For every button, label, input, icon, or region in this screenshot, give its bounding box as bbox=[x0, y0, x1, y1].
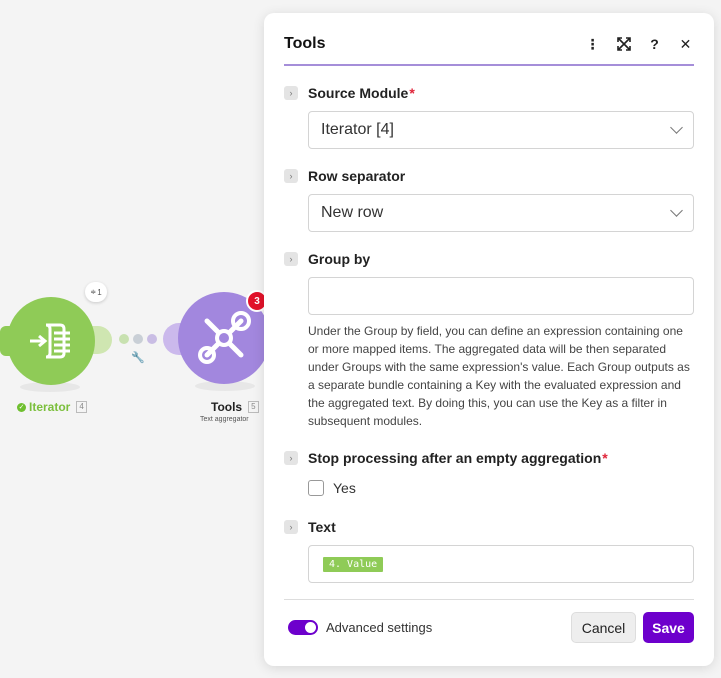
chevron-right-icon[interactable]: › bbox=[284, 86, 298, 100]
chevron-down-icon bbox=[670, 204, 683, 217]
advanced-settings-toggle[interactable] bbox=[288, 620, 318, 635]
group-by-row: › Group by bbox=[284, 251, 370, 267]
chevron-down-icon bbox=[670, 121, 683, 134]
save-button[interactable]: Save bbox=[643, 612, 694, 643]
connection-dot bbox=[133, 334, 143, 344]
expand-icon[interactable] bbox=[615, 36, 632, 53]
advanced-settings-label[interactable]: Advanced settings bbox=[326, 620, 432, 635]
success-check-icon: ✓ bbox=[17, 402, 26, 412]
source-module-label: Source Module* bbox=[308, 85, 415, 101]
group-by-help-text: Under the Group by field, you can define… bbox=[308, 324, 690, 428]
tools-subtitle: Text aggregator bbox=[200, 416, 249, 423]
group-by-label: Group by bbox=[308, 251, 371, 267]
connection-dot bbox=[119, 334, 129, 344]
cancel-button[interactable]: Cancel bbox=[571, 612, 636, 643]
mapped-value-pill[interactable]: 4. Value bbox=[323, 556, 384, 572]
text-label: Text bbox=[308, 519, 336, 535]
help-icon[interactable]: ? bbox=[646, 36, 663, 53]
row-separator-label: Row separator bbox=[308, 168, 406, 184]
header-actions: ⋮ ? ✕ bbox=[584, 36, 694, 53]
text-row: › Text bbox=[284, 519, 336, 535]
stop-processing-option[interactable]: Yes bbox=[308, 480, 356, 496]
text-input[interactable]: 4. Value bbox=[308, 545, 694, 583]
chevron-right-icon[interactable]: › bbox=[284, 520, 298, 534]
iterator-node[interactable] bbox=[0, 297, 95, 385]
source-module-row: › Source Module* bbox=[284, 85, 415, 101]
iterator-label: ✓ Iterator 4 bbox=[17, 400, 87, 414]
module-index: 4 bbox=[76, 401, 87, 413]
more-icon[interactable]: ⋮ bbox=[584, 36, 601, 53]
module-index: 5 bbox=[248, 401, 259, 413]
checkbox-label[interactable]: Yes bbox=[333, 480, 356, 496]
iterator-icon bbox=[30, 323, 70, 359]
chevron-right-icon[interactable]: › bbox=[284, 252, 298, 266]
stop-processing-checkbox[interactable] bbox=[308, 480, 324, 496]
wrench-icon[interactable]: 🔧 bbox=[131, 351, 145, 364]
tools-label: Tools 5 bbox=[211, 400, 259, 414]
group-by-input[interactable] bbox=[308, 277, 694, 315]
module-settings-panel: Tools ⋮ ? ✕ › Source Module* Iterator [4… bbox=[264, 13, 714, 666]
row-separator-select[interactable]: New row bbox=[308, 194, 694, 232]
tools-icon bbox=[198, 311, 251, 364]
chevron-right-icon[interactable]: › bbox=[284, 169, 298, 183]
panel-header: Tools ⋮ ? ✕ bbox=[284, 13, 694, 66]
panel-footer: Advanced settings Cancel Save bbox=[284, 599, 694, 655]
panel-title: Tools bbox=[284, 35, 326, 52]
close-icon[interactable]: ✕ bbox=[677, 36, 694, 53]
source-module-select[interactable]: Iterator [4] bbox=[308, 111, 694, 149]
stop-processing-row: › Stop processing after an empty aggrega… bbox=[284, 450, 608, 466]
row-separator-row: › Row separator bbox=[284, 168, 405, 184]
connection-dot bbox=[147, 334, 157, 344]
chevron-right-icon[interactable]: › bbox=[284, 451, 298, 465]
bundle-icon: ≑ bbox=[90, 289, 97, 296]
connection-line[interactable] bbox=[119, 334, 157, 344]
stop-processing-label: Stop processing after an empty aggregati… bbox=[308, 450, 608, 466]
operations-badge[interactable]: ≑ 1 bbox=[85, 282, 107, 302]
